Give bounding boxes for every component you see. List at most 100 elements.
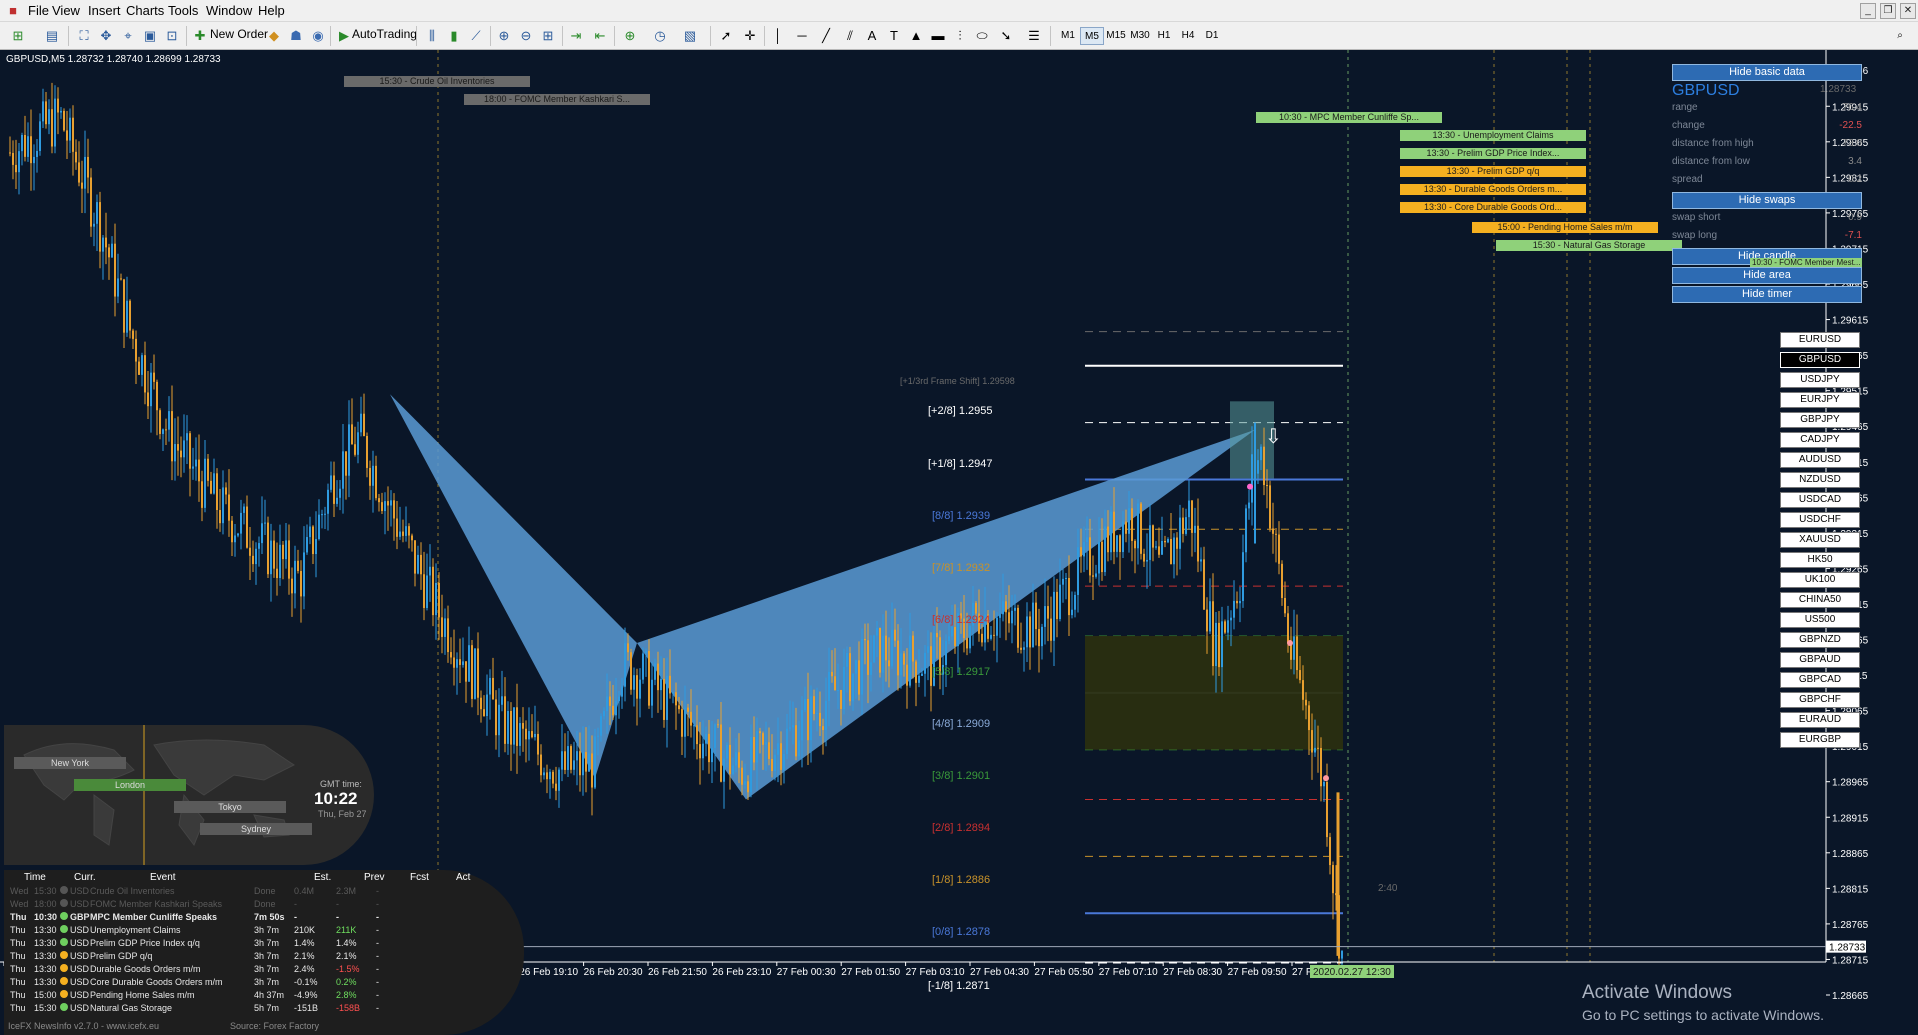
- col-event: Event: [150, 872, 176, 883]
- panel-price: 1.28733: [1820, 84, 1857, 95]
- tester-icon[interactable]: ⊡: [162, 26, 182, 46]
- autotrading-button[interactable]: AutoTrading: [352, 27, 417, 41]
- new-chart-icon[interactable]: ⊞: [8, 26, 28, 46]
- hide-area-button[interactable]: Hide area: [1672, 267, 1862, 284]
- symbol-button-eurjpy[interactable]: EURJPY: [1780, 392, 1860, 408]
- menu-help[interactable]: Help: [258, 3, 285, 18]
- symbol-button-gbpcad[interactable]: GBPCAD: [1780, 672, 1860, 688]
- candle-body: [1062, 578, 1064, 585]
- auto-scroll-icon[interactable]: ⇥: [566, 26, 586, 46]
- search-icon[interactable]: ⌕: [1890, 26, 1910, 46]
- text-icon[interactable]: A: [862, 26, 882, 46]
- zoom-out-icon[interactable]: ⊖: [516, 26, 536, 46]
- symbol-button-nzdusd[interactable]: NZDUSD: [1780, 472, 1860, 488]
- periods-icon[interactable]: ◷: [650, 26, 670, 46]
- timeframe-d1[interactable]: D1: [1200, 27, 1224, 45]
- market-icon[interactable]: ◉: [308, 26, 328, 46]
- symbol-button-usdjpy[interactable]: USDJPY: [1780, 372, 1860, 388]
- symbol-button-gbpusd[interactable]: GBPUSD: [1780, 352, 1860, 368]
- terminal-icon[interactable]: ▣: [140, 26, 160, 46]
- menu-tools[interactable]: Tools: [168, 3, 198, 18]
- fibonacci-icon[interactable]: ⫶: [950, 26, 970, 46]
- symbol-button-usdcad[interactable]: USDCAD: [1780, 492, 1860, 508]
- profiles-icon[interactable]: ▤: [42, 26, 62, 46]
- symbol-button-gbpchf[interactable]: GBPCHF: [1780, 692, 1860, 708]
- candle-body: [339, 488, 341, 498]
- trendline-icon[interactable]: ╱: [816, 26, 836, 46]
- symbol-button-gbpjpy[interactable]: GBPJPY: [1780, 412, 1860, 428]
- menu-insert[interactable]: Insert: [88, 3, 121, 18]
- cursor-icon[interactable]: ➚: [716, 26, 736, 46]
- crosshair-icon[interactable]: ✛: [740, 26, 760, 46]
- minimize-icon[interactable]: _: [1860, 3, 1876, 19]
- line-chart-icon[interactable]: ⟋: [466, 26, 486, 46]
- symbol-button-uk100[interactable]: UK100: [1780, 572, 1860, 588]
- market-watch-icon[interactable]: ⛶: [74, 26, 94, 46]
- ellipse-icon[interactable]: ⬭: [972, 26, 992, 46]
- hide-timer-button[interactable]: Hide timer: [1672, 286, 1862, 303]
- tile-windows-icon[interactable]: ⊞: [538, 26, 558, 46]
- news-table-row: Thu 10:30 GBP MPC Member Cunliffe Speaks 7m …: [8, 912, 528, 925]
- symbol-button-eurgbp[interactable]: EURGBP: [1780, 732, 1860, 748]
- data-window-icon[interactable]: ⌖: [118, 26, 138, 46]
- candle-chart-icon[interactable]: ▮: [444, 26, 464, 46]
- rectangle-icon[interactable]: ▬: [928, 26, 948, 46]
- symbol-button-usdchf[interactable]: USDCHF: [1780, 512, 1860, 528]
- candle-body: [969, 625, 971, 649]
- hide-basic-data-button[interactable]: Hide basic data: [1672, 64, 1862, 81]
- menu-window[interactable]: Window: [206, 3, 252, 18]
- symbol-button-audusd[interactable]: AUDUSD: [1780, 452, 1860, 468]
- stat-swap-short: swap short 0.9: [1672, 212, 1862, 223]
- vline-icon[interactable]: │: [768, 26, 788, 46]
- timeframe-m15[interactable]: M15: [1104, 27, 1128, 45]
- bar-chart-icon[interactable]: ⫼: [422, 26, 442, 46]
- candle-body: [1326, 781, 1328, 838]
- symbol-button-china50[interactable]: CHINA50: [1780, 592, 1860, 608]
- menu-charts[interactable]: Charts: [126, 3, 164, 18]
- channel-icon[interactable]: ⫽: [840, 26, 860, 46]
- candle-body: [1236, 600, 1238, 604]
- symbol-button-gbpaud[interactable]: GBPAUD: [1780, 652, 1860, 668]
- symbol-button-hk50[interactable]: HK50: [1780, 552, 1860, 568]
- candle-body: [693, 725, 695, 727]
- candle-body: [1272, 528, 1274, 534]
- symbol-button-gbpnzd[interactable]: GBPNZD: [1780, 632, 1860, 648]
- timeframe-m5[interactable]: M5: [1080, 27, 1104, 45]
- symbol-button-euraud[interactable]: EURAUD: [1780, 712, 1860, 728]
- triangle-icon[interactable]: ▲: [906, 26, 926, 46]
- timeframe-h4[interactable]: H4: [1176, 27, 1200, 45]
- timeframe-m1[interactable]: M1: [1056, 27, 1080, 45]
- symbol-button-cadjpy[interactable]: CADJPY: [1780, 432, 1860, 448]
- chart-window[interactable]: ⇩ 1.299661.299151.298651.298151.297651.2…: [0, 50, 1868, 1035]
- label-icon[interactable]: T: [884, 26, 904, 46]
- candle-body: [744, 781, 746, 785]
- restore-icon[interactable]: ❐: [1880, 3, 1896, 19]
- candle-body: [261, 523, 263, 544]
- candle-body: [1026, 616, 1028, 648]
- col-currency: Curr.: [74, 872, 96, 883]
- metaeditor-icon[interactable]: ◆: [264, 26, 284, 46]
- new-order-icon[interactable]: ✚: [190, 26, 210, 46]
- symbol-button-us500[interactable]: US500: [1780, 612, 1860, 628]
- symbol-button-xauusd[interactable]: XAUUSD: [1780, 532, 1860, 548]
- hide-swaps-button[interactable]: Hide swaps: [1672, 192, 1862, 209]
- menu-view[interactable]: View: [52, 3, 80, 18]
- hline-icon[interactable]: ─: [792, 26, 812, 46]
- timeframe-h1[interactable]: H1: [1152, 27, 1176, 45]
- indicators-icon[interactable]: ⊕: [620, 26, 640, 46]
- candle-body: [363, 413, 365, 437]
- autotrading-icon[interactable]: ▶: [334, 26, 354, 46]
- new-order-button[interactable]: New Order: [210, 27, 268, 41]
- close-icon[interactable]: ✕: [1900, 3, 1916, 19]
- menu-file[interactable]: File: [28, 3, 49, 18]
- timeframe-m30[interactable]: M30: [1128, 27, 1152, 45]
- symbol-button-eurusd[interactable]: EURUSD: [1780, 332, 1860, 348]
- row-currency: USD: [70, 964, 90, 974]
- zoom-in-icon[interactable]: ⊕: [494, 26, 514, 46]
- objects-icon[interactable]: ☰: [1024, 26, 1044, 46]
- signals-icon[interactable]: ☗: [286, 26, 306, 46]
- templates-icon[interactable]: ▧: [680, 26, 700, 46]
- navigator-icon[interactable]: ✥: [96, 26, 116, 46]
- chart-shift-icon[interactable]: ⇤: [590, 26, 610, 46]
- arrows-icon[interactable]: ➘: [996, 26, 1016, 46]
